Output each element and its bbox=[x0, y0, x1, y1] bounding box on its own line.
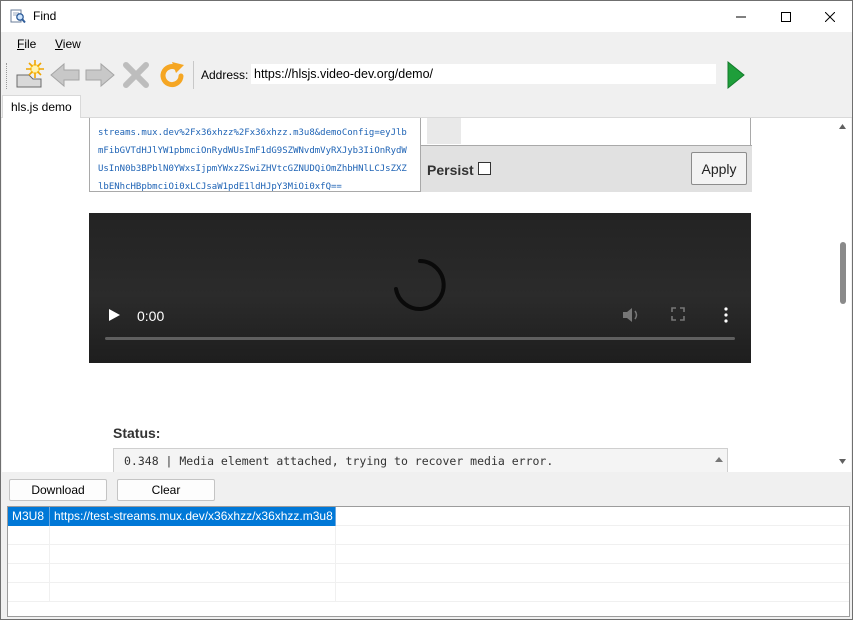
menu-file[interactable]: File bbox=[17, 37, 36, 51]
results-list[interactable]: M3U8 https://test-streams.mux.dev/x36xhzz… bbox=[7, 506, 850, 617]
toolbar-grip[interactable] bbox=[6, 63, 9, 89]
video-time: 0:00 bbox=[137, 308, 165, 324]
refresh-icon[interactable] bbox=[156, 59, 188, 91]
result-type-cell bbox=[8, 526, 50, 545]
download-button[interactable]: Download bbox=[9, 479, 107, 501]
menu-view[interactable]: View bbox=[55, 37, 81, 51]
go-arrow-icon[interactable] bbox=[725, 59, 747, 91]
status-log[interactable]: 0.348 | Media element attached, trying t… bbox=[113, 448, 728, 472]
menu-view-label: iew bbox=[62, 37, 81, 51]
result-url-cell bbox=[50, 545, 336, 564]
video-progress-bar[interactable] bbox=[105, 337, 735, 340]
video-player[interactable]: 0:00 bbox=[89, 213, 751, 363]
maximize-button[interactable] bbox=[763, 1, 809, 32]
status-scroll-up-icon[interactable] bbox=[711, 450, 727, 472]
result-row[interactable] bbox=[8, 545, 849, 564]
result-url-cell bbox=[50, 583, 336, 602]
minimize-button[interactable] bbox=[718, 1, 764, 32]
app-magnifier-icon bbox=[10, 9, 26, 24]
close-button[interactable] bbox=[807, 1, 852, 32]
result-type-cell bbox=[8, 545, 50, 564]
toolbar-separator bbox=[193, 61, 194, 89]
result-row[interactable] bbox=[8, 564, 849, 583]
maximize-icon bbox=[781, 11, 791, 22]
result-type-cell bbox=[8, 583, 50, 602]
more-options-icon[interactable] bbox=[723, 307, 729, 323]
config-options: Persist Apply bbox=[420, 118, 752, 192]
config-line: UsInN0b3BPblN0YWxsIjpmYWxzZSwiZHVtcGZNUD… bbox=[98, 164, 407, 174]
find-window: Find File View Address: https://hlsjs.vi… bbox=[0, 0, 853, 620]
menu-view-accesskey: V bbox=[55, 37, 63, 51]
config-panel: streams.mux.dev%2Fx36xhzz%2Fx36xhzz.m3u8… bbox=[89, 118, 752, 192]
address-label: Address: bbox=[201, 68, 249, 82]
status-text: 0.348 | Media element attached, trying t… bbox=[124, 454, 554, 468]
volume-muted-icon[interactable] bbox=[622, 307, 640, 323]
title-bar: Find bbox=[1, 1, 852, 32]
result-url-cell bbox=[50, 564, 336, 583]
tab-hlsjs-demo[interactable]: hls.js demo bbox=[2, 95, 81, 119]
apply-button[interactable]: Apply bbox=[691, 152, 747, 185]
persist-label: Persist bbox=[427, 162, 474, 178]
result-row[interactable] bbox=[8, 526, 849, 545]
config-line: streams.mux.dev%2Fx36xhzz%2Fx36xhzz.m3u8… bbox=[98, 128, 407, 138]
config-empty-cell bbox=[427, 118, 461, 144]
config-actions: Persist Apply bbox=[421, 145, 752, 192]
menu-bar: File View bbox=[1, 34, 852, 54]
scroll-thumb[interactable] bbox=[840, 242, 846, 304]
new-session-icon[interactable] bbox=[13, 59, 45, 91]
close-icon bbox=[825, 11, 835, 22]
forward-arrow-icon[interactable] bbox=[84, 59, 116, 91]
config-url-text: streams.mux.dev%2Fx36xhzz%2Fx36xhzz.m3u8… bbox=[98, 119, 418, 196]
persist-checkbox[interactable] bbox=[478, 162, 491, 175]
browser-viewport[interactable]: streams.mux.dev%2Fx36xhzz%2Fx36xhzz.m3u8… bbox=[2, 118, 851, 472]
menu-file-label: ile bbox=[24, 37, 37, 51]
result-row[interactable] bbox=[8, 583, 849, 602]
config-line: lbENhcHBpbmciOi0xLCJsaW1pdE1ldHJpY3MiOi0… bbox=[98, 182, 342, 192]
page-scrollbar[interactable] bbox=[834, 118, 851, 472]
clear-button[interactable]: Clear bbox=[117, 479, 215, 501]
window-title: Find bbox=[33, 9, 57, 23]
minimize-icon bbox=[736, 16, 746, 17]
config-line: mFibGVTdHJlYW1pbmciOnRydWUsImF1dG9SZWNvd… bbox=[98, 146, 407, 156]
toolbar: Address: bbox=[1, 55, 852, 95]
tab-strip: hls.js demo bbox=[1, 95, 852, 119]
result-url-cell bbox=[50, 526, 336, 545]
back-arrow-icon[interactable] bbox=[49, 59, 81, 91]
fullscreen-icon[interactable] bbox=[671, 307, 685, 321]
scroll-down-icon[interactable] bbox=[838, 457, 847, 466]
result-url-cell: https://test-streams.mux.dev/x36xhzz/x36… bbox=[50, 507, 336, 526]
address-input[interactable] bbox=[250, 63, 717, 85]
result-type-cell: M3U8 bbox=[8, 507, 50, 526]
loading-spinner-icon bbox=[394, 259, 446, 311]
result-type-cell bbox=[8, 564, 50, 583]
stop-icon[interactable] bbox=[120, 59, 152, 91]
scroll-up-icon[interactable] bbox=[838, 122, 847, 131]
result-row[interactable]: M3U8 https://test-streams.mux.dev/x36xhzz… bbox=[8, 507, 849, 526]
play-icon[interactable] bbox=[107, 308, 121, 322]
status-label: Status: bbox=[113, 425, 161, 441]
